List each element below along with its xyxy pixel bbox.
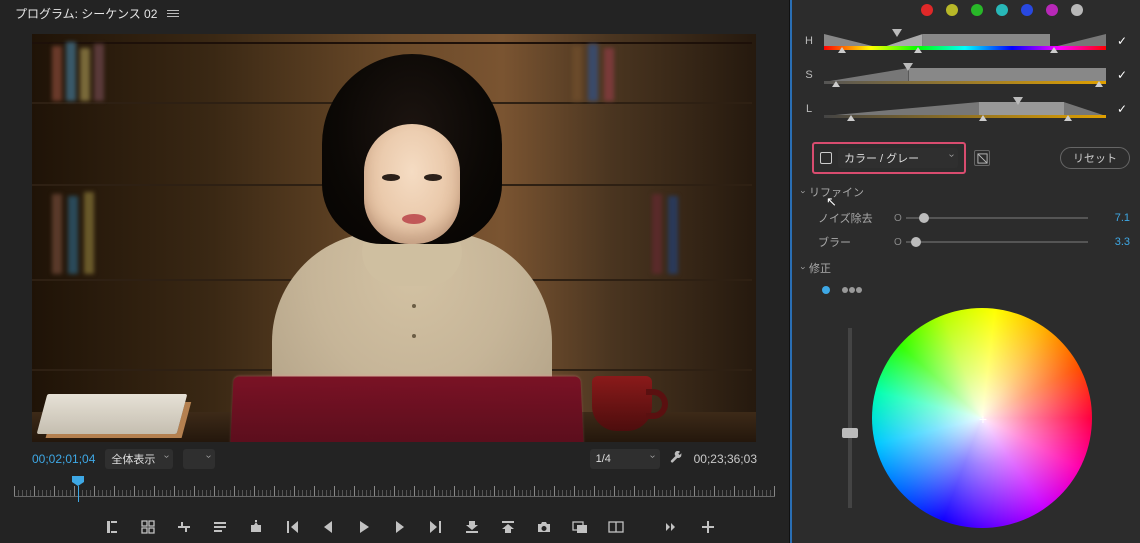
denoise-label: ノイズ除去 xyxy=(818,210,886,226)
reset-button[interactable]: リセット xyxy=(1060,147,1130,169)
h-label: H xyxy=(802,35,816,47)
settings-wrench-icon[interactable] xyxy=(670,451,684,468)
s-label: S xyxy=(802,69,816,81)
l-enabled-check-icon[interactable]: ✓ xyxy=(1114,101,1130,117)
zoom-fit-dropdown[interactable]: 全体表示 xyxy=(105,449,173,469)
insert-icon[interactable] xyxy=(176,518,192,536)
dot-cyan[interactable] xyxy=(996,4,1008,16)
chevron-down-icon: › xyxy=(799,267,809,270)
step-back-icon[interactable] xyxy=(320,518,336,536)
refine-section-header[interactable]: › リファイン xyxy=(802,184,1130,200)
color-gray-highlight: カラー / グレー xyxy=(812,142,966,174)
more-icon[interactable] xyxy=(664,518,680,536)
lift-icon[interactable] xyxy=(464,518,480,536)
lumetri-color-panel: H ✓ S ✓ L xyxy=(790,0,1140,543)
go-to-in-icon[interactable] xyxy=(284,518,300,536)
h-slider[interactable] xyxy=(824,29,1106,53)
export-frame-icon[interactable] xyxy=(248,518,264,536)
l-label: L xyxy=(802,103,816,115)
s-enabled-check-icon[interactable]: ✓ xyxy=(1114,67,1130,83)
resolution-dropdown[interactable]: 1/4 xyxy=(590,449,660,469)
blur-slider[interactable] xyxy=(906,235,1088,249)
l-slider[interactable] xyxy=(824,97,1106,121)
current-timecode[interactable]: 00;02;01;04 xyxy=(32,452,95,466)
blur-label: ブラー xyxy=(818,234,886,250)
button-editor-icon[interactable] xyxy=(700,518,716,536)
color-wheel-center-icon[interactable]: + xyxy=(977,413,989,425)
invert-mask-icon[interactable] xyxy=(974,150,990,166)
blur-value[interactable]: 3.3 xyxy=(1096,236,1130,248)
h-enabled-check-icon[interactable]: ✓ xyxy=(1114,33,1130,49)
three-wheel-mode-icon[interactable] xyxy=(842,287,862,293)
chevron-down-icon: › xyxy=(799,191,809,194)
luma-slider-track[interactable] xyxy=(848,328,852,508)
luma-slider-thumb[interactable] xyxy=(842,428,858,438)
comparison-view-icon[interactable] xyxy=(608,518,624,536)
denoise-slider[interactable] xyxy=(906,211,1088,225)
dot-gray[interactable] xyxy=(1071,4,1083,16)
show-mask-checkbox[interactable] xyxy=(820,152,832,164)
overwrite-icon[interactable] xyxy=(212,518,228,536)
mark-grid-icon[interactable] xyxy=(140,518,156,536)
color-gray-dropdown[interactable]: カラー / グレー xyxy=(838,148,958,168)
panel-title: プログラム: シーケンス 02 xyxy=(15,5,157,22)
play-icon[interactable] xyxy=(356,518,372,536)
dot-magenta[interactable] xyxy=(1046,4,1058,16)
video-preview[interactable] xyxy=(32,34,756,442)
dot-blue[interactable] xyxy=(1021,4,1033,16)
camera-icon[interactable] xyxy=(536,518,552,536)
program-monitor-panel: プログラム: シーケンス 02 xyxy=(0,0,790,543)
transport-controls xyxy=(14,506,775,542)
extract-icon[interactable] xyxy=(500,518,516,536)
playhead[interactable] xyxy=(78,476,84,502)
step-forward-icon[interactable] xyxy=(392,518,408,536)
mark-in-icon[interactable] xyxy=(104,518,120,536)
duration-timecode: 00;23;36;03 xyxy=(694,452,757,466)
single-wheel-mode-icon[interactable] xyxy=(822,286,830,294)
timeline-ruler[interactable] xyxy=(14,476,775,502)
safe-margins-icon[interactable] xyxy=(572,518,588,536)
hsl-color-row xyxy=(902,4,1102,16)
panel-menu-icon[interactable] xyxy=(167,10,179,17)
dot-green[interactable] xyxy=(971,4,983,16)
denoise-value[interactable]: 7.1 xyxy=(1096,212,1130,224)
zoom-aux-dropdown[interactable] xyxy=(183,449,215,469)
correction-section-header[interactable]: › 修正 xyxy=(802,260,1130,276)
dot-yellow[interactable] xyxy=(946,4,958,16)
dot-red[interactable] xyxy=(921,4,933,16)
s-slider[interactable] xyxy=(824,63,1106,87)
go-to-out-icon[interactable] xyxy=(428,518,444,536)
color-wheel-area: + xyxy=(862,308,1102,528)
